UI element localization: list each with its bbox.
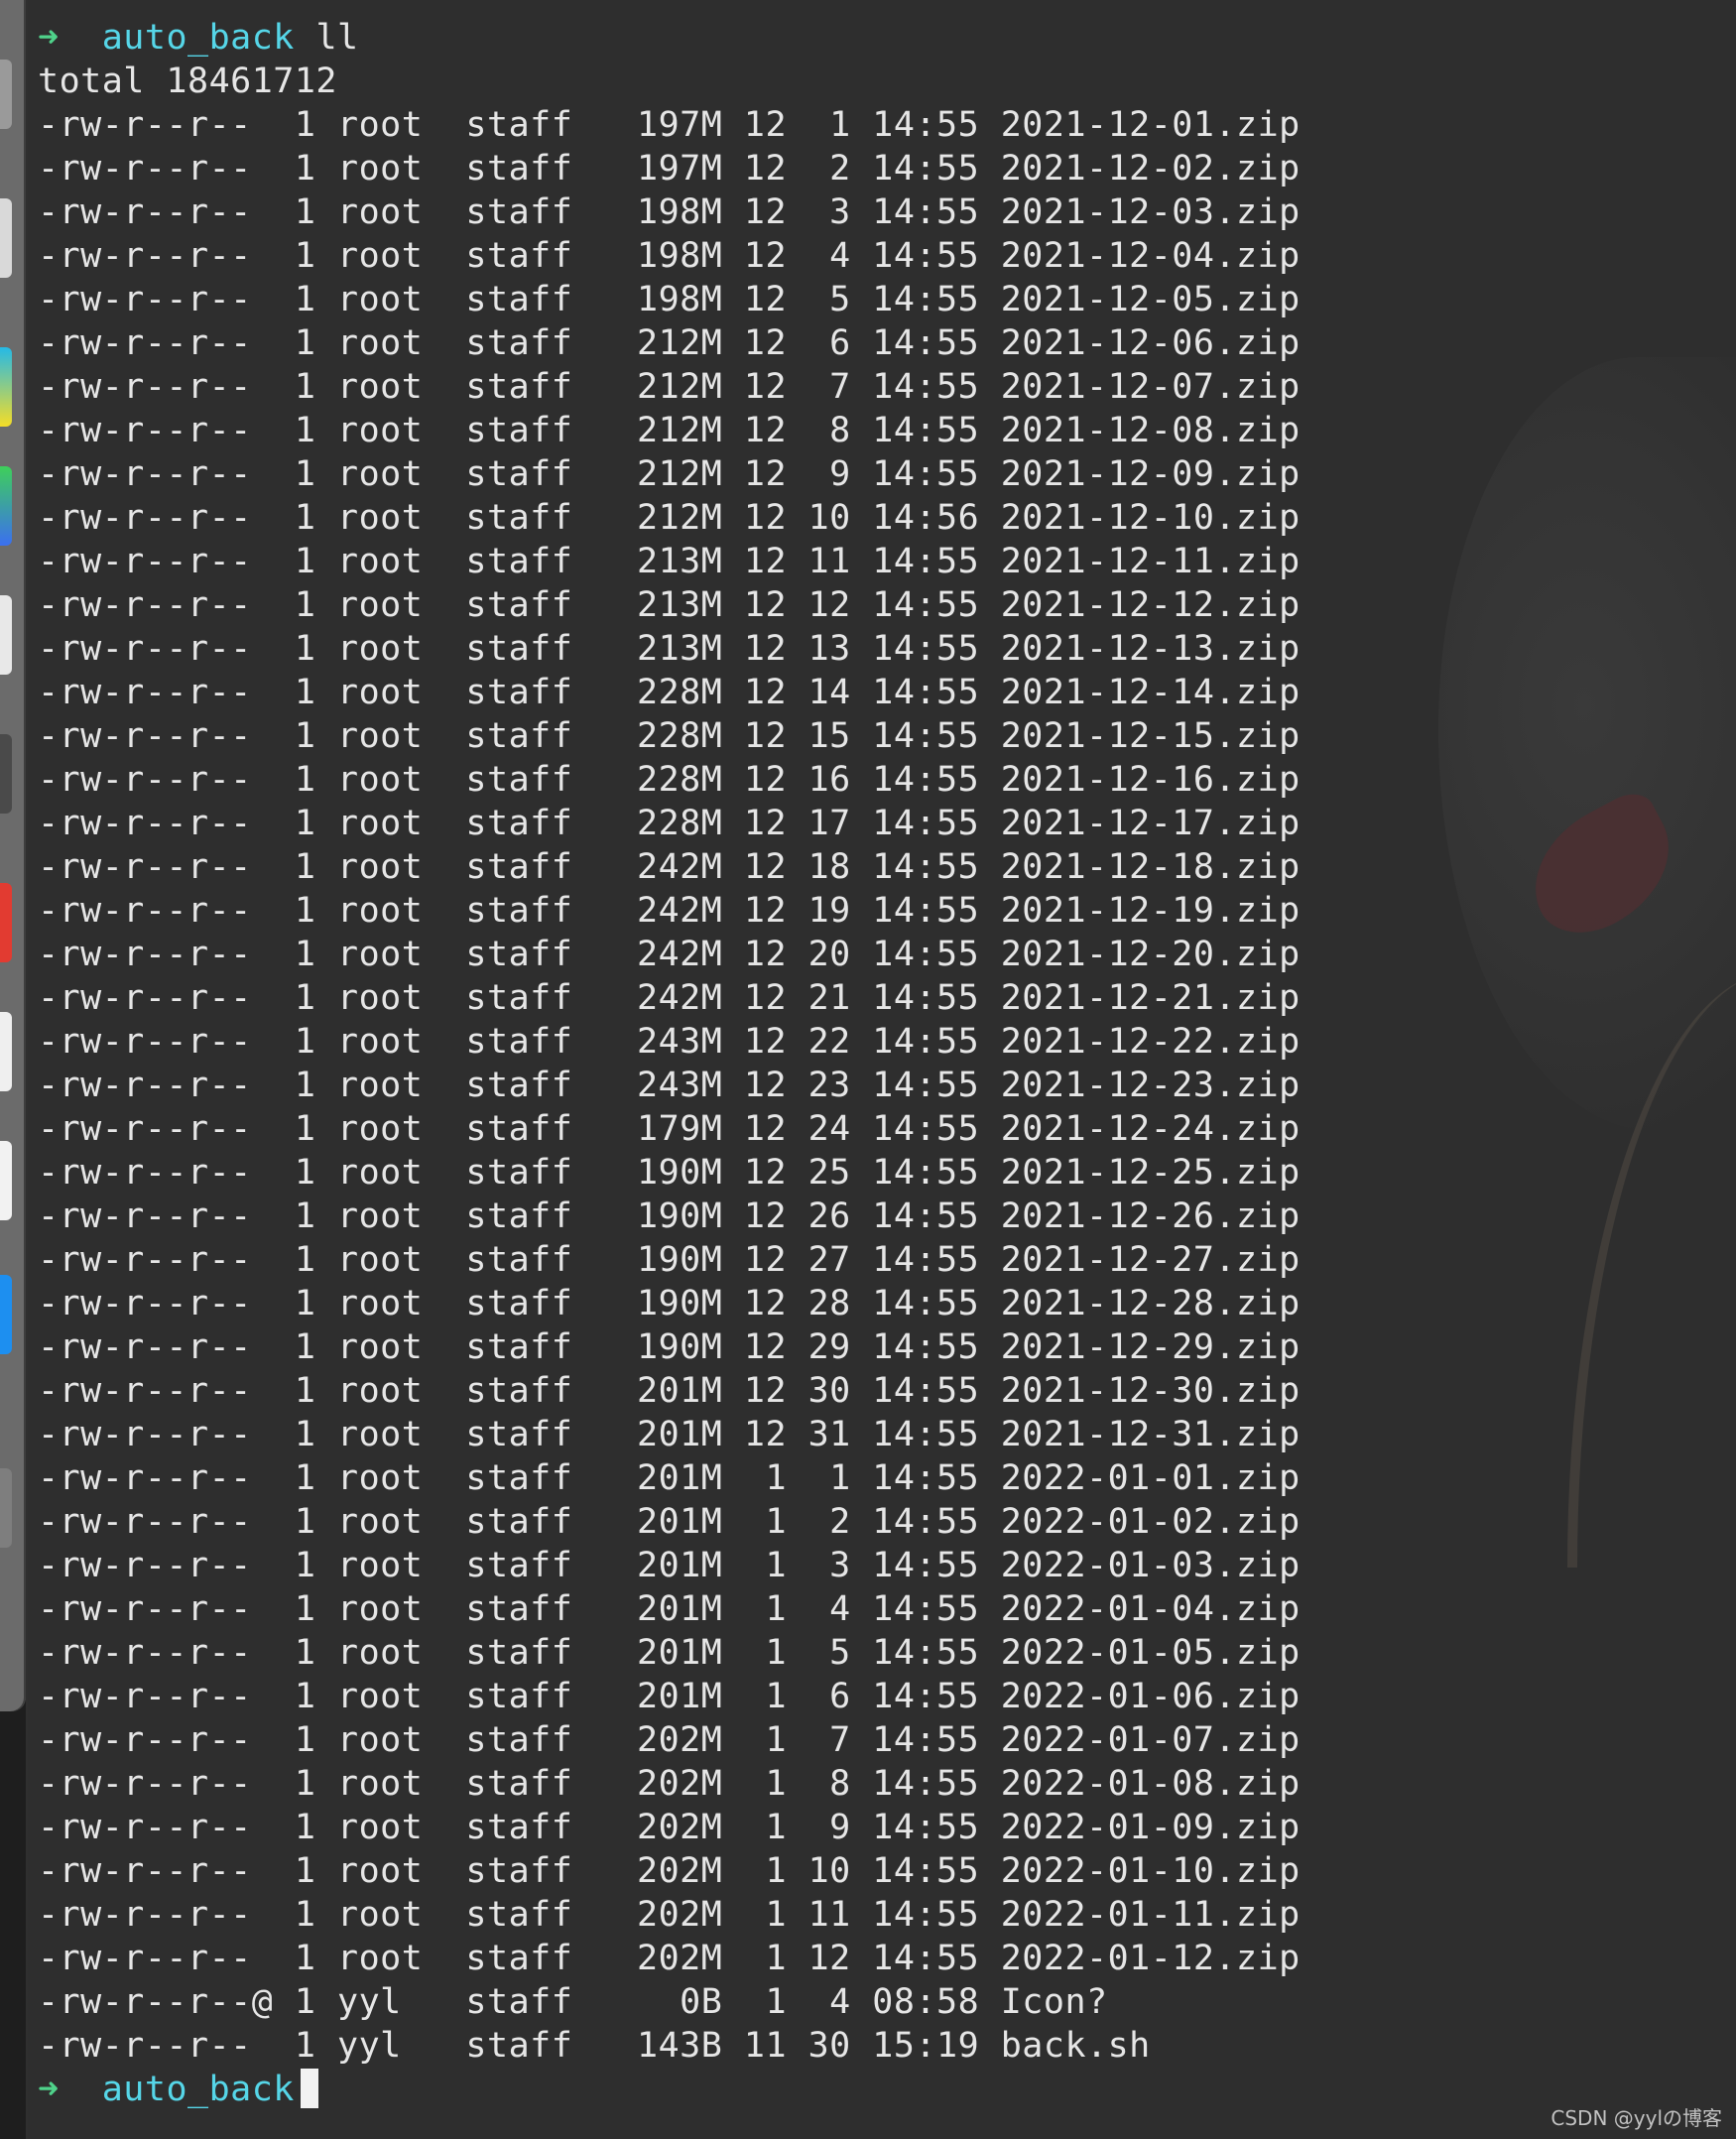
prompt-arrow-icon: ➜	[38, 18, 60, 58]
prompt-line: ➜ auto_back ll	[38, 16, 1301, 60]
file-listing-row: -rw-r--r-- 1 root staff 198M 12 4 14:55 …	[38, 236, 1301, 276]
file-listing-row: -rw-r--r-- 1 root staff 202M 1 10 14:55 …	[38, 1851, 1301, 1891]
file-listing-row: -rw-r--r-- 1 root staff 242M 12 20 14:55…	[38, 935, 1301, 974]
file-listing-row: -rw-r--r-- 1 root staff 179M 12 24 14:55…	[38, 1109, 1301, 1149]
file-listing-row: -rw-r--r-- 1 root staff 197M 12 1 14:55 …	[38, 105, 1301, 145]
watermark: CSDN @yylの博客	[1550, 2106, 1722, 2130]
file-listing-row: -rw-r--r-- 1 root staff 201M 1 6 14:55 2…	[38, 1677, 1301, 1716]
dock-app-icon[interactable]	[0, 60, 12, 129]
dock-app-icon[interactable]	[0, 883, 12, 962]
dock-app-icon[interactable]	[0, 734, 12, 814]
file-listing-row: -rw-r--r-- 1 root staff 212M 12 7 14:55 …	[38, 367, 1301, 407]
file-listing-row: -rw-r--r-- 1 root staff 228M 12 16 14:55…	[38, 760, 1301, 800]
file-listing-row: -rw-r--r-- 1 root staff 212M 12 9 14:55 …	[38, 454, 1301, 494]
file-listing-row: -rw-r--r-- 1 root staff 202M 1 8 14:55 2…	[38, 1764, 1301, 1804]
file-listing-row: -rw-r--r-- 1 root staff 242M 12 18 14:55…	[38, 847, 1301, 887]
file-listing-row: -rw-r--r-- 1 root staff 201M 1 5 14:55 2…	[38, 1633, 1301, 1673]
dock-app-icon[interactable]	[0, 347, 12, 427]
file-listing-row: -rw-r--r-- 1 root staff 212M 12 10 14:56…	[38, 498, 1301, 538]
file-listing-row: -rw-r--r-- 1 root staff 213M 12 13 14:55…	[38, 629, 1301, 669]
dock-edge	[0, 0, 26, 2139]
file-listing-row: -rw-r--r-- 1 root staff 202M 1 9 14:55 2…	[38, 1808, 1301, 1847]
file-listing-row: -rw-r--r-- 1 root staff 201M 1 1 14:55 2…	[38, 1458, 1301, 1498]
dock-app-icon[interactable]	[0, 1275, 12, 1354]
terminal-window[interactable]: ➜ auto_back ll total 18461712 -rw-r--r--…	[28, 0, 1736, 2139]
file-listing-row: -rw-r--r-- 1 root staff 242M 12 19 14:55…	[38, 891, 1301, 931]
prompt-arrow-icon: ➜	[38, 2070, 60, 2109]
file-listing-row: -rw-r--r-- 1 root staff 190M 12 25 14:55…	[38, 1153, 1301, 1193]
file-listing-row: -rw-r--r-- 1 root staff 201M 1 4 14:55 2…	[38, 1589, 1301, 1629]
file-listing-row: -rw-r--r-- 1 root staff 212M 12 6 14:55 …	[38, 323, 1301, 363]
scrolled-off-line	[38, 0, 1301, 16]
file-listing-row: -rw-r--r--@ 1 yyl staff 0B 1 4 08:58 Ico…	[38, 1982, 1108, 2022]
dock-panel	[0, 0, 26, 1711]
file-listing-row: -rw-r--r-- 1 root staff 212M 12 8 14:55 …	[38, 411, 1301, 450]
prompt-directory: auto_back	[101, 18, 295, 58]
file-listing-row: -rw-r--r-- 1 root staff 202M 1 11 14:55 …	[38, 1895, 1301, 1935]
file-listing-row: -rw-r--r-- 1 root staff 228M 12 17 14:55…	[38, 804, 1301, 843]
file-listing-row: -rw-r--r-- 1 root staff 228M 12 14 14:55…	[38, 673, 1301, 712]
file-listing-row: -rw-r--r-- 1 root staff 213M 12 11 14:55…	[38, 542, 1301, 581]
file-listing-row: -rw-r--r-- 1 root staff 201M 12 31 14:55…	[38, 1415, 1301, 1454]
file-listing-row: -rw-r--r-- 1 root staff 201M 12 30 14:55…	[38, 1371, 1301, 1411]
file-listing-row: -rw-r--r-- 1 root staff 243M 12 22 14:55…	[38, 1022, 1301, 1062]
dock-app-icon[interactable]	[0, 595, 12, 675]
prompt-line-current: ➜ auto_back	[38, 2068, 1301, 2111]
file-listing-row: -rw-r--r-- 1 root staff 190M 12 29 14:55…	[38, 1327, 1301, 1367]
file-listing-row: -rw-r--r-- 1 root staff 198M 12 3 14:55 …	[38, 192, 1301, 232]
total-line: total 18461712	[38, 62, 338, 101]
cursor-block[interactable]	[300, 2069, 318, 2108]
wallpaper-shape	[1438, 357, 1736, 1131]
file-listing-row: -rw-r--r-- 1 root staff 202M 1 12 14:55 …	[38, 1939, 1301, 1978]
file-listing: -rw-r--r-- 1 root staff 197M 12 1 14:55 …	[38, 103, 1301, 2068]
file-listing-row: -rw-r--r-- 1 yyl staff 143B 11 30 15:19 …	[38, 2026, 1151, 2066]
file-listing-row: -rw-r--r-- 1 root staff 190M 12 26 14:55…	[38, 1196, 1301, 1236]
file-listing-row: -rw-r--r-- 1 root staff 190M 12 27 14:55…	[38, 1240, 1301, 1280]
prompt-directory: auto_back	[101, 2070, 295, 2109]
file-listing-row: -rw-r--r-- 1 root staff 201M 1 3 14:55 2…	[38, 1546, 1301, 1585]
terminal-output: ➜ auto_back ll total 18461712 -rw-r--r--…	[38, 0, 1301, 2111]
file-listing-row: -rw-r--r-- 1 root staff 190M 12 28 14:55…	[38, 1284, 1301, 1323]
file-listing-row: -rw-r--r-- 1 root staff 198M 12 5 14:55 …	[38, 280, 1301, 319]
file-listing-row: -rw-r--r-- 1 root staff 213M 12 12 14:55…	[38, 585, 1301, 625]
file-listing-row: -rw-r--r-- 1 root staff 243M 12 23 14:55…	[38, 1066, 1301, 1105]
file-listing-row: -rw-r--r-- 1 root staff 242M 12 21 14:55…	[38, 978, 1301, 1018]
command-text: ll	[315, 18, 359, 58]
dock-app-icon[interactable]	[0, 1468, 12, 1548]
file-listing-row: -rw-r--r-- 1 root staff 197M 12 2 14:55 …	[38, 149, 1301, 189]
dock-app-icon[interactable]	[0, 198, 12, 278]
file-listing-row: -rw-r--r-- 1 root staff 228M 12 15 14:55…	[38, 716, 1301, 756]
dock-app-icon[interactable]	[0, 466, 12, 546]
dock-app-icon[interactable]	[0, 1141, 12, 1220]
dock-app-icon[interactable]	[0, 1012, 12, 1091]
file-listing-row: -rw-r--r-- 1 root staff 201M 1 2 14:55 2…	[38, 1502, 1301, 1542]
file-listing-row: -rw-r--r-- 1 root staff 202M 1 7 14:55 2…	[38, 1720, 1301, 1760]
